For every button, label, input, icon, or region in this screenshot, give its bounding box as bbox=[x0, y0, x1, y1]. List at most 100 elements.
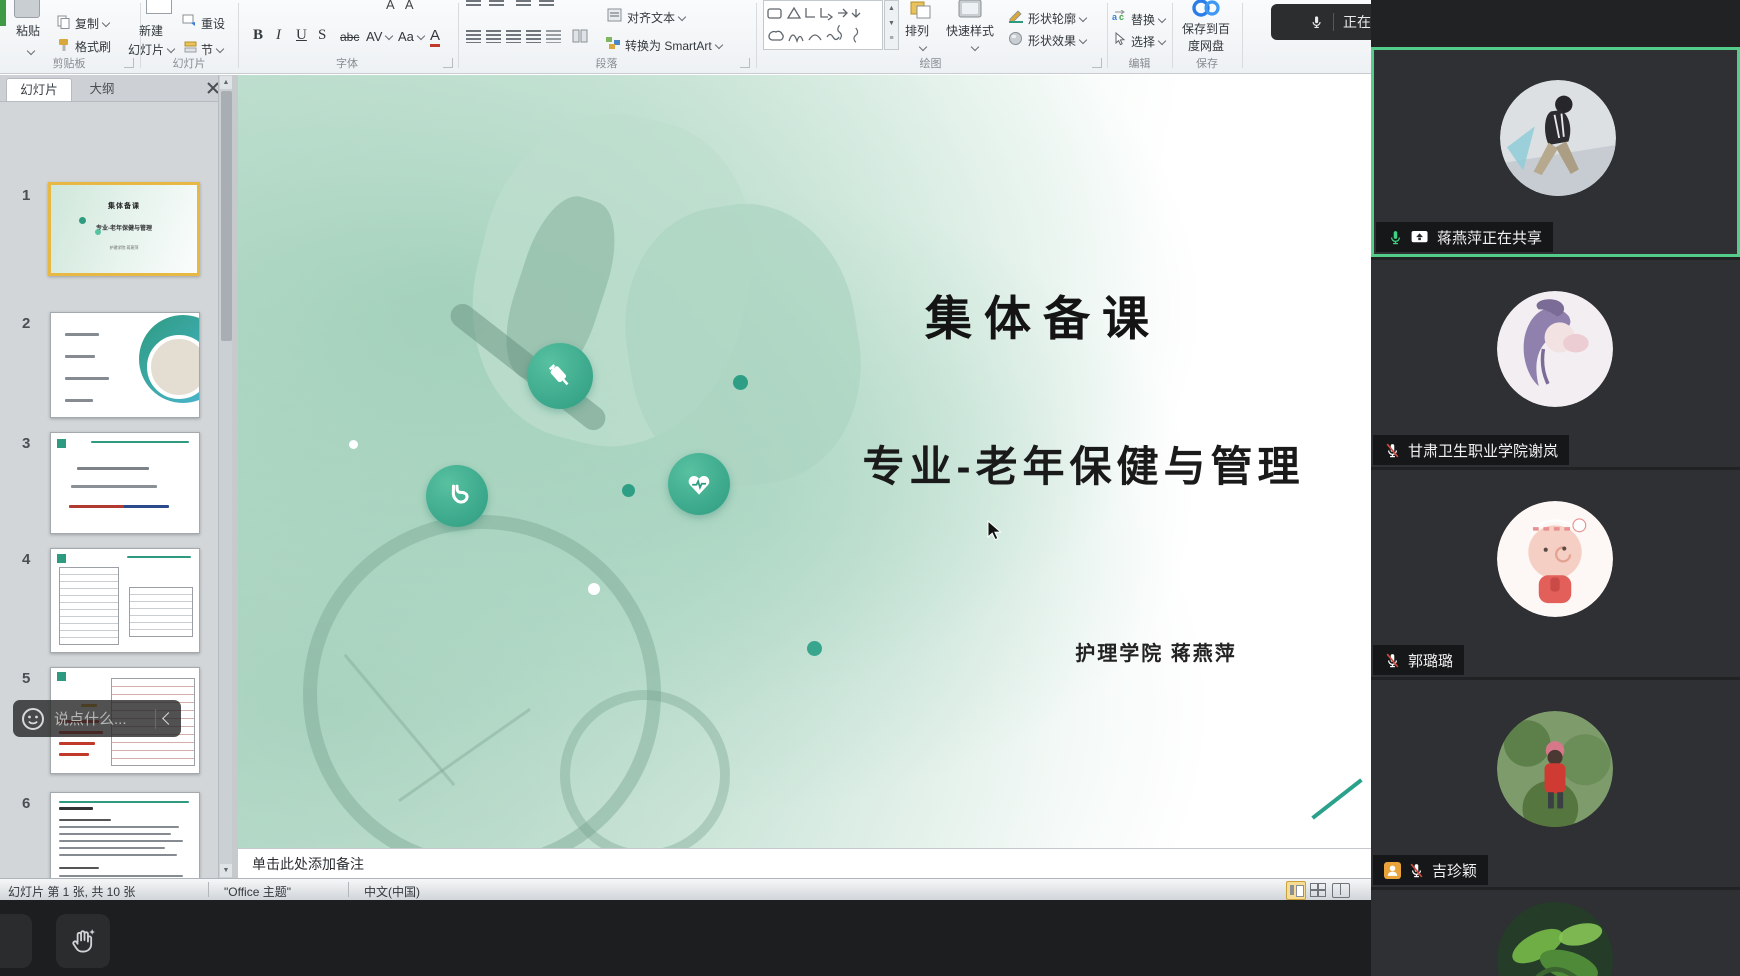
smartart-dropdown-icon bbox=[714, 41, 722, 49]
slide-thumbnail-6[interactable] bbox=[50, 792, 200, 878]
change-case-label: Aa bbox=[398, 29, 414, 44]
status-bar: 幻灯片 第 1 张, 共 10 张 "Office 主题" 中文(中国) bbox=[0, 878, 1371, 900]
panel-scrollbar[interactable]: ▲ ▼ bbox=[218, 75, 232, 878]
format-painter-button[interactable]: 格式刷 bbox=[75, 38, 111, 55]
thumb1-title: 集体备课 bbox=[51, 201, 197, 211]
bold-button[interactable]: B bbox=[253, 27, 263, 44]
participant-name: 甘肃卫生职业学院谢岚 bbox=[1408, 440, 1558, 461]
align-text-button[interactable]: 对齐文本 bbox=[627, 9, 685, 26]
mini-mic-icon bbox=[1309, 13, 1324, 31]
char-spacing-label: AV bbox=[366, 29, 382, 44]
toolbar-left-partial-button[interactable] bbox=[0, 914, 32, 968]
raise-hand-button[interactable] bbox=[56, 914, 110, 968]
mic-muted-icon bbox=[1384, 442, 1401, 459]
participant-name: 吉珍颖 bbox=[1432, 860, 1477, 881]
font-dialog-launcher[interactable] bbox=[443, 58, 453, 68]
panel-scroll-up[interactable]: ▲ bbox=[220, 76, 232, 89]
mouse-cursor bbox=[986, 520, 1004, 542]
clipboard-dialog-launcher[interactable] bbox=[124, 58, 134, 68]
slide-thumbnail-1[interactable]: 集体备课 专业-老年保健与管理 护理学院 蒋燕萍 bbox=[48, 182, 200, 276]
font-color-button[interactable]: A bbox=[430, 27, 440, 47]
select-button[interactable]: 选择 bbox=[1131, 33, 1165, 50]
slide-thumbnail-4[interactable] bbox=[50, 548, 200, 653]
slide-number: 4 bbox=[22, 551, 42, 568]
chat-quick-overlay[interactable]: 说点什么... bbox=[13, 700, 181, 737]
notes-placeholder[interactable]: 单击此处添加备注 bbox=[252, 854, 364, 874]
slide-thumbnail-2[interactable] bbox=[50, 312, 200, 418]
drawing-dialog-launcher[interactable] bbox=[1092, 58, 1102, 68]
font-color-label: A bbox=[430, 27, 440, 44]
paste-dropdown-icon[interactable] bbox=[27, 47, 35, 55]
shapes-gallery-scroll[interactable]: ▲▼≡ bbox=[884, 0, 899, 50]
thumb1-author: 护理学院 蒋燕萍 bbox=[51, 245, 197, 251]
italic-button[interactable]: I bbox=[276, 27, 281, 44]
font-size-buttons[interactable]: A A bbox=[386, 0, 418, 12]
shapes-gallery[interactable] bbox=[763, 0, 883, 50]
quick-styles-button[interactable]: 快速样式 bbox=[946, 22, 994, 39]
copy-button[interactable]: 复制 bbox=[75, 15, 109, 32]
participant-tile[interactable]: 甘肃卫生职业学院谢岚 bbox=[1371, 260, 1740, 467]
participant-name: 郭璐璐 bbox=[1408, 650, 1453, 671]
align-distribute-icon[interactable] bbox=[546, 30, 561, 43]
participant-tile[interactable]: 蒋燕萍正在共享 bbox=[1371, 47, 1740, 257]
align-justify-icon[interactable] bbox=[526, 30, 541, 43]
reset-button[interactable]: 重设 bbox=[201, 15, 225, 32]
slide-canvas[interactable]: 集体备课 专业-老年保健与管理 护理学院 蒋燕萍 bbox=[238, 75, 1371, 848]
chat-input-placeholder[interactable]: 说点什么... bbox=[54, 708, 147, 729]
syringe-icon bbox=[527, 343, 593, 409]
new-slide-button[interactable]: 新建 bbox=[128, 22, 174, 39]
arrange-button[interactable]: 排列 bbox=[905, 22, 929, 39]
char-spacing-dropdown-icon bbox=[385, 32, 393, 40]
convert-smartart-button[interactable]: 转换为 SmartArt bbox=[625, 37, 722, 54]
emoji-icon[interactable] bbox=[21, 707, 45, 731]
participant-name-label: 蒋燕萍正在共享 bbox=[1376, 222, 1553, 252]
align-left-icon[interactable] bbox=[466, 30, 481, 43]
reading-view-button[interactable] bbox=[1332, 883, 1350, 898]
replace-button[interactable]: 替换 bbox=[1131, 11, 1165, 28]
avatar bbox=[1500, 80, 1616, 196]
participant-tile[interactable]: 吉珍颖 bbox=[1371, 680, 1740, 887]
indent-icon[interactable] bbox=[516, 0, 531, 6]
columns-icon[interactable] bbox=[572, 29, 588, 43]
shadow-button[interactable]: S bbox=[318, 27, 326, 44]
tab-outline[interactable]: 大纲 bbox=[74, 78, 130, 100]
strikethrough-button[interactable]: abc bbox=[340, 30, 359, 44]
slide-subtitle: 专业-老年保健与管理 bbox=[796, 433, 1371, 494]
character-spacing-button[interactable]: AV bbox=[366, 29, 392, 44]
align-center-icon[interactable] bbox=[486, 30, 501, 43]
participant-name: 蒋燕萍正在共享 bbox=[1437, 227, 1542, 248]
panel-scroll-thumb[interactable] bbox=[221, 91, 232, 341]
paragraph-dialog-launcher[interactable] bbox=[740, 58, 750, 68]
slide-sorter-view-button[interactable] bbox=[1310, 883, 1325, 896]
shape-effects-button[interactable]: 形状效果 bbox=[1028, 32, 1086, 49]
normal-view-button[interactable] bbox=[1286, 881, 1306, 900]
tab-slides[interactable]: 幻灯片 bbox=[6, 78, 72, 101]
shape-outline-icon bbox=[1008, 10, 1024, 23]
numbering-icon[interactable] bbox=[489, 0, 504, 6]
mic-muted-icon bbox=[1408, 862, 1425, 879]
bullets-icon[interactable] bbox=[466, 0, 481, 6]
underline-button[interactable]: U bbox=[296, 27, 307, 44]
save-baidu-button[interactable]: 保存到百 bbox=[1176, 20, 1236, 37]
panel-scroll-down[interactable]: ▼ bbox=[220, 864, 232, 877]
collapse-chevron-icon[interactable] bbox=[162, 712, 175, 725]
arrange-dropdown-icon bbox=[919, 43, 927, 51]
status-theme: "Office 主题" bbox=[224, 883, 291, 900]
slides-panel: 幻灯片 大纲 1 集体备课 专业-老年保健与管理 护理学院 蒋燕萍 2 bbox=[0, 75, 232, 878]
shape-outline-button[interactable]: 形状轮廓 bbox=[1028, 10, 1086, 27]
participant-tile[interactable]: 郭璐璐 bbox=[1371, 470, 1740, 677]
align-text-label: 对齐文本 bbox=[627, 11, 675, 25]
paragraph-group-label: 段落 bbox=[458, 55, 755, 71]
change-case-button[interactable]: Aa bbox=[398, 29, 424, 44]
slide-thumbnail-3[interactable] bbox=[50, 432, 200, 534]
save-baidu-button-line2[interactable]: 度网盘 bbox=[1176, 37, 1236, 54]
participant-tile[interactable] bbox=[1371, 890, 1740, 976]
new-slide-dropdown-icon bbox=[167, 45, 175, 53]
shape-outline-label: 形状轮廓 bbox=[1028, 12, 1076, 26]
line-spacing-icon[interactable] bbox=[539, 0, 554, 6]
drawing-group-label: 绘图 bbox=[756, 55, 1105, 71]
notes-bar[interactable]: 单击此处添加备注 bbox=[238, 848, 1371, 879]
deco-dot bbox=[807, 641, 822, 656]
align-right-icon[interactable] bbox=[506, 30, 521, 43]
paste-button[interactable]: 粘贴 bbox=[8, 22, 48, 39]
